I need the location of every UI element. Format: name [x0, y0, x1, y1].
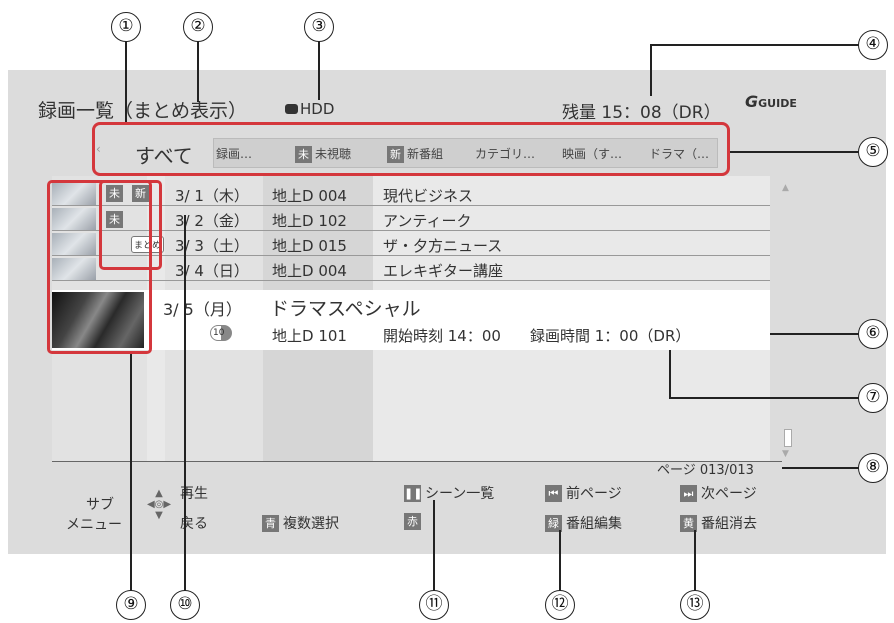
leader-line	[559, 530, 561, 592]
recording-title: ドラマスペシャル	[270, 298, 421, 320]
recording-channel: 地上D 015	[272, 237, 347, 255]
callout-3: ③	[304, 12, 334, 42]
callout-2: ②	[183, 12, 213, 42]
recording-channel: 地上D 004	[272, 187, 347, 205]
leader-line	[650, 44, 860, 46]
pause-icon: ❚❚	[404, 485, 423, 502]
delete-program-button[interactable]: 黄番組消去	[680, 513, 757, 533]
leader-line	[650, 44, 652, 96]
recording-date: 3/ 4（日）	[175, 262, 249, 280]
scroll-down-icon[interactable]: ▼	[782, 449, 789, 459]
skip-back-icon: ⏮	[545, 485, 562, 502]
scene-list-button[interactable]: ❚❚ シーン一覧	[404, 483, 494, 503]
callout-5: ⑤	[858, 137, 888, 167]
next-page-button[interactable]: ⏭ 次ページ	[680, 483, 757, 503]
leader-line	[669, 397, 860, 399]
recording-channel: 地上D 004	[272, 262, 347, 280]
recording-channel: 地上D 102	[272, 212, 347, 230]
g-logo-icon: G	[745, 92, 759, 111]
leader-line	[197, 40, 199, 102]
recording-date: 3/ 5（月）	[163, 300, 242, 319]
callout-4: ④	[858, 30, 888, 60]
tab-new-program[interactable]: 新新番組	[387, 145, 443, 163]
leader-line	[184, 215, 186, 592]
divider	[52, 461, 782, 462]
leader-line	[770, 333, 860, 335]
callout-6: ⑥	[858, 319, 888, 349]
storage-indicator: HDD	[285, 100, 334, 118]
unwatched-tag: 未	[295, 146, 312, 163]
gguide-logo: GGUIDE	[745, 92, 797, 111]
callout-10: ⑩	[170, 590, 200, 620]
recording-title: ザ・夕方ニュース	[383, 237, 503, 255]
tab-all[interactable]: すべて	[135, 140, 193, 169]
callout-1: ①	[111, 12, 141, 42]
hdd-icon	[285, 104, 298, 114]
tab-movie[interactable]: 映画（す…	[562, 145, 622, 162]
edit-program-button[interactable]: 緑番組編集	[545, 513, 622, 533]
recording-title: 現代ビジネス	[383, 187, 474, 205]
callout-13: ⑬	[680, 590, 710, 620]
callout-11: ⑪	[419, 590, 449, 620]
recording-duration: 録画時間 1：00（DR）	[530, 327, 691, 345]
scrollbar[interactable]: ▲ ▼	[782, 183, 794, 459]
callout-12: ⑫	[545, 590, 575, 620]
red-key-button[interactable]: 赤	[404, 513, 425, 530]
recording-date: 3/ 2（金）	[175, 212, 249, 230]
recording-title: エレキギター講座	[383, 262, 504, 280]
blue-key-icon: 青	[262, 515, 279, 532]
callout-9: ⑨	[116, 590, 146, 620]
tab-category[interactable]: カテゴリ…	[475, 145, 535, 162]
leader-line	[130, 354, 132, 592]
page-title: 録画一覧（まとめ表示）	[38, 100, 248, 122]
callout-7: ⑦	[858, 383, 888, 413]
tag-icons-highlight	[99, 180, 162, 270]
leader-line	[694, 530, 696, 592]
leader-line	[125, 40, 127, 122]
episode-count-badge: 10	[210, 325, 232, 341]
scroll-thumb[interactable]	[784, 429, 792, 447]
callout-8: ⑧	[858, 453, 888, 483]
recording-date: 3/ 1（木）	[175, 187, 249, 205]
recording-title: アンティーク	[383, 212, 472, 230]
leader-line	[782, 467, 860, 469]
tab-drama[interactable]: ドラマ（…	[649, 145, 709, 162]
tab-strip	[213, 138, 718, 168]
start-time: 開始時刻 14：00	[383, 327, 501, 345]
leader-line	[433, 500, 435, 592]
multi-select-button[interactable]: 青複数選択	[262, 513, 339, 533]
sub-menu-label-line1: サブ	[86, 497, 114, 513]
red-key-icon: 赤	[404, 513, 421, 530]
remaining-time: 残量 15：08（DR）	[562, 103, 721, 123]
recording-date: 3/ 3（土）	[175, 237, 249, 255]
skip-forward-icon: ⏭	[680, 485, 697, 502]
leader-line	[730, 151, 860, 153]
sub-menu-label-line2: メニュー	[66, 517, 122, 533]
tab-unwatched[interactable]: 未未視聴	[295, 145, 351, 163]
recording-channel: 地上D 101	[272, 327, 347, 345]
leader-line	[669, 350, 671, 397]
tab-recording[interactable]: 録画…	[216, 145, 252, 162]
dpad-icon: ▲ ◀◎▶ ▼	[146, 488, 172, 521]
scroll-up-icon[interactable]: ▲	[782, 183, 789, 193]
leader-line	[318, 40, 320, 100]
new-tag: 新	[387, 146, 404, 163]
tab-left-arrow-icon[interactable]: ‹	[96, 142, 101, 156]
prev-page-button[interactable]: ⏮ 前ページ	[545, 483, 622, 503]
